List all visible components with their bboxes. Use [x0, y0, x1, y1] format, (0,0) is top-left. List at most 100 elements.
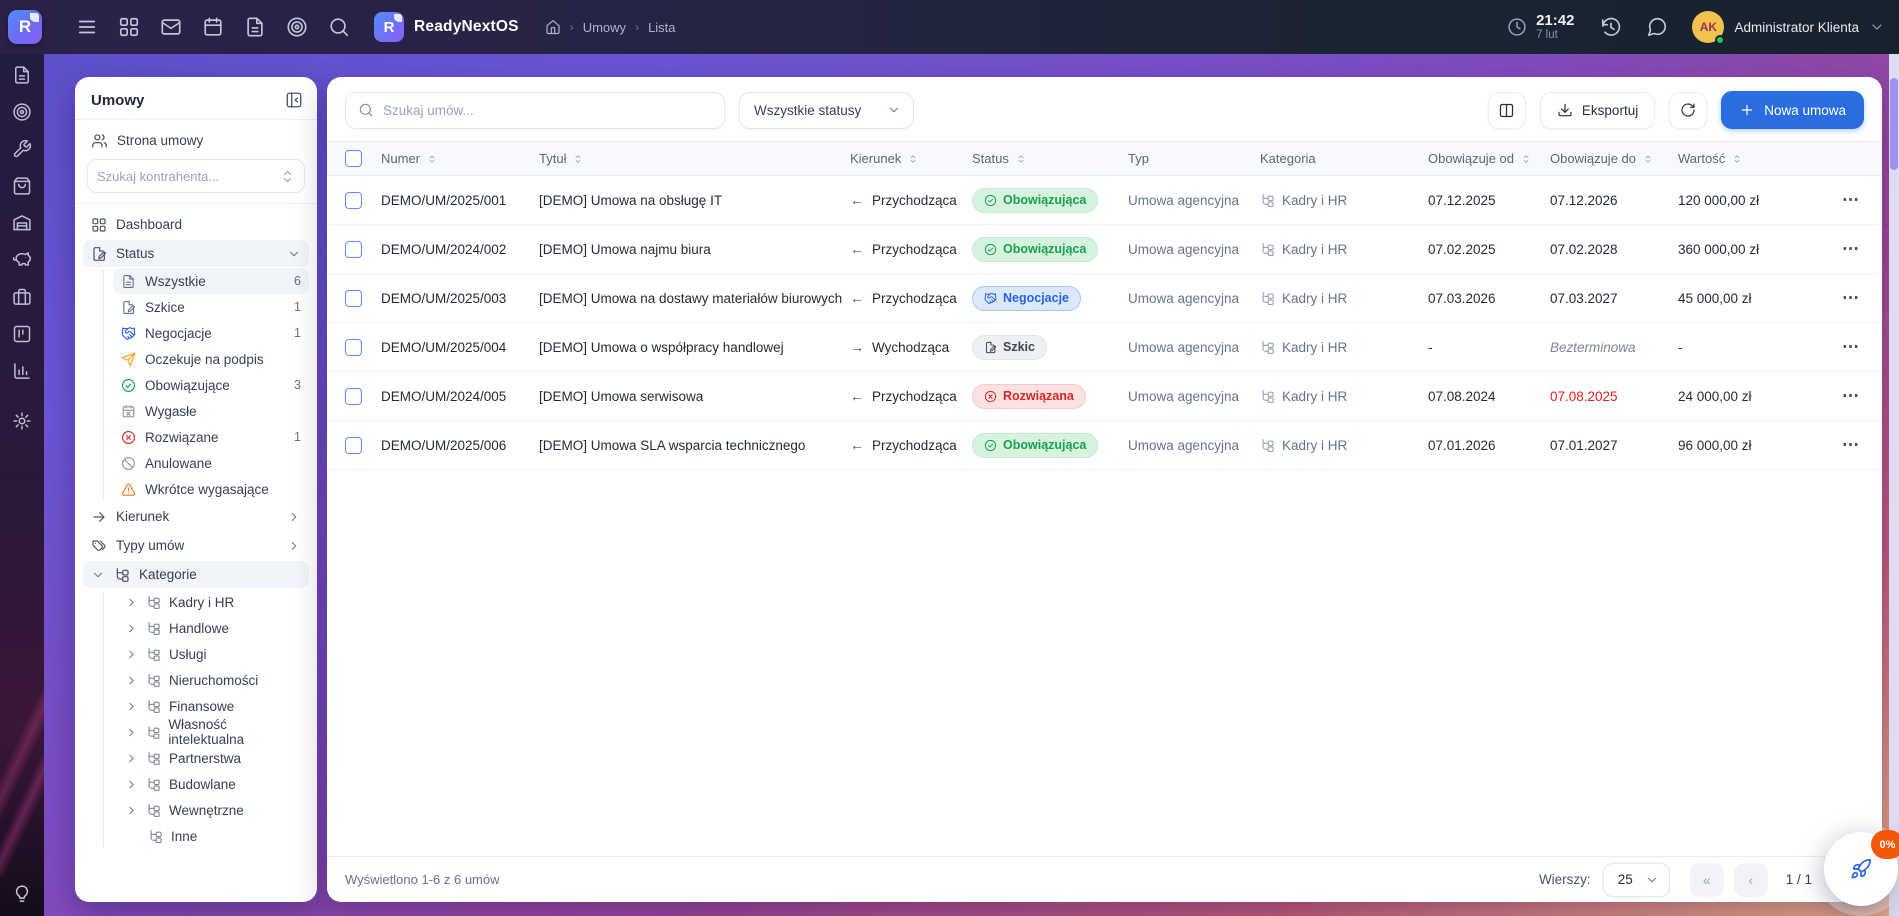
category-item[interactable]: Handlowe — [119, 615, 309, 641]
rail-kanban-icon[interactable] — [12, 324, 32, 344]
sort-icon[interactable] — [1642, 153, 1654, 165]
column-header-status[interactable]: Status — [972, 151, 1128, 166]
category-item[interactable]: Budowlane — [119, 771, 309, 797]
rail-tools-icon[interactable] — [12, 139, 32, 159]
brand[interactable]: R ReadyNextOS — [374, 12, 519, 42]
contracts-search[interactable] — [345, 92, 725, 129]
status-filter-negotiations[interactable]: Negocjacje 1 — [113, 320, 309, 346]
prev-page-button[interactable]: ‹ — [1734, 863, 1768, 897]
sidebar-item-direction[interactable]: Kierunek — [83, 503, 309, 530]
row-actions-button[interactable]: ⋯ — [1838, 435, 1864, 455]
breadcrumb-section[interactable]: Umowy — [583, 20, 626, 35]
rail-shopping-bag-icon[interactable] — [12, 176, 32, 196]
sort-icon[interactable] — [907, 153, 919, 165]
rail-briefcase-icon[interactable] — [12, 287, 32, 307]
sort-icon[interactable] — [572, 153, 584, 165]
rail-documents-icon[interactable] — [12, 65, 32, 85]
home-icon[interactable] — [545, 19, 561, 35]
row-actions-button[interactable]: ⋯ — [1838, 288, 1864, 308]
status-filter-cancelled[interactable]: Anulowane — [113, 450, 309, 476]
column-header-number[interactable]: Numer — [381, 151, 539, 166]
breadcrumb-page[interactable]: Lista — [648, 20, 675, 35]
category-item[interactable]: Kadry i HR — [119, 589, 309, 615]
status-filter-all[interactable]: Wszystkie 6 — [113, 268, 309, 294]
column-header-title[interactable]: Tytuł — [539, 151, 850, 166]
row-actions-button[interactable]: ⋯ — [1838, 190, 1864, 210]
table-row[interactable]: DEMO/UM/2024/005 [DEMO] Umowa serwisowa … — [327, 372, 1882, 421]
mail-icon[interactable] — [160, 16, 182, 38]
first-page-button[interactable]: « — [1690, 863, 1724, 897]
contractor-search[interactable] — [87, 159, 305, 193]
sidebar-item-contract-types[interactable]: Typy umów — [83, 532, 309, 559]
category-item[interactable]: Wewnętrzne — [119, 797, 309, 823]
rows-per-page-select[interactable]: 25 — [1603, 863, 1670, 897]
new-contract-button[interactable]: Nowa umowa — [1721, 91, 1864, 129]
category-item[interactable]: Własność intelektualna — [119, 719, 309, 745]
sidebar-item-categories[interactable]: Kategorie — [83, 561, 309, 588]
user-menu[interactable]: AK Administrator Klienta — [1692, 11, 1885, 43]
settings-gear-icon[interactable] — [12, 411, 32, 431]
lightbulb-icon[interactable] — [12, 884, 32, 904]
apps-grid-icon[interactable] — [118, 16, 140, 38]
target-icon[interactable] — [286, 16, 308, 38]
status-filter-expiring-soon[interactable]: Wkrótce wygasające — [113, 476, 309, 502]
table-row[interactable]: DEMO/UM/2025/001 [DEMO] Umowa na obsługę… — [327, 176, 1882, 225]
column-header-category[interactable]: Kategoria — [1260, 151, 1428, 166]
category-item[interactable]: Partnerstwa — [119, 745, 309, 771]
scrollbar-thumb[interactable] — [1890, 78, 1898, 170]
rail-piggy-bank-icon[interactable] — [12, 250, 32, 270]
app-logo[interactable]: R — [8, 10, 42, 44]
status-filter-active[interactable]: Obowiązujące 3 — [113, 372, 309, 398]
refresh-button[interactable] — [1669, 92, 1707, 129]
status-filter-awaiting-signature[interactable]: Oczekuje na podpis — [113, 346, 309, 372]
row-actions-button[interactable]: ⋯ — [1838, 386, 1864, 406]
export-button[interactable]: Eksportuj — [1540, 92, 1655, 129]
chat-icon[interactable] — [1646, 16, 1668, 38]
scrollbar-track[interactable] — [1889, 54, 1899, 916]
contractor-search-input[interactable] — [97, 169, 273, 184]
columns-toggle-button[interactable] — [1488, 92, 1526, 129]
row-checkbox[interactable] — [345, 290, 362, 307]
sidebar-item-status[interactable]: Status — [83, 240, 309, 267]
row-checkbox[interactable] — [345, 192, 362, 209]
sort-icon[interactable] — [1015, 153, 1027, 165]
table-row[interactable]: DEMO/UM/2025/003 [DEMO] Umowa na dostawy… — [327, 274, 1882, 323]
rail-target-icon[interactable] — [12, 102, 32, 122]
status-filter-expired[interactable]: Wygasłe — [113, 398, 309, 424]
category-item[interactable]: Inne — [119, 823, 309, 849]
select-all-checkbox[interactable] — [345, 150, 362, 167]
table-row[interactable]: DEMO/UM/2025/006 [DEMO] Umowa SLA wsparc… — [327, 421, 1882, 470]
sort-icon[interactable] — [1731, 153, 1743, 165]
category-item[interactable]: Nieruchomości — [119, 667, 309, 693]
row-checkbox[interactable] — [345, 339, 362, 356]
status-filter-select[interactable]: Wszystkie statusy — [739, 92, 914, 129]
category-item[interactable]: Finansowe — [119, 693, 309, 719]
rail-chart-icon[interactable] — [12, 361, 32, 381]
collapse-sidebar-icon[interactable] — [285, 91, 303, 109]
hamburger-menu-icon[interactable] — [76, 16, 98, 38]
status-filter-terminated[interactable]: Rozwiązane 1 — [113, 424, 309, 450]
contracts-search-input[interactable] — [383, 103, 712, 118]
rail-warehouse-icon[interactable] — [12, 213, 32, 233]
search-icon[interactable] — [328, 16, 350, 38]
row-actions-button[interactable]: ⋯ — [1838, 337, 1864, 357]
sort-icon[interactable] — [1520, 153, 1532, 165]
table-row[interactable]: DEMO/UM/2024/002 [DEMO] Umowa najmu biur… — [327, 225, 1882, 274]
documents-icon[interactable] — [244, 16, 266, 38]
status-filter-drafts[interactable]: Szkice 1 — [113, 294, 309, 320]
table-row[interactable]: DEMO/UM/2025/004 [DEMO] Umowa o współpra… — [327, 323, 1882, 372]
category-item[interactable]: Usługi — [119, 641, 309, 667]
row-actions-button[interactable]: ⋯ — [1838, 239, 1864, 259]
sidebar-item-contract-page[interactable]: Strona umowy — [83, 127, 309, 154]
column-header-value[interactable]: Wartość — [1678, 151, 1818, 166]
sort-icon[interactable] — [426, 153, 438, 165]
column-header-type[interactable]: Typ — [1128, 151, 1260, 166]
calendar-icon[interactable] — [202, 16, 224, 38]
history-icon[interactable] — [1600, 16, 1622, 38]
column-header-valid-to[interactable]: Obowiązuje do — [1550, 151, 1678, 166]
sidebar-item-dashboard[interactable]: Dashboard — [83, 211, 309, 238]
row-checkbox[interactable] — [345, 388, 362, 405]
column-header-valid-from[interactable]: Obowiązuje od — [1428, 151, 1550, 166]
column-header-direction[interactable]: Kierunek — [850, 151, 972, 166]
row-checkbox[interactable] — [345, 437, 362, 454]
